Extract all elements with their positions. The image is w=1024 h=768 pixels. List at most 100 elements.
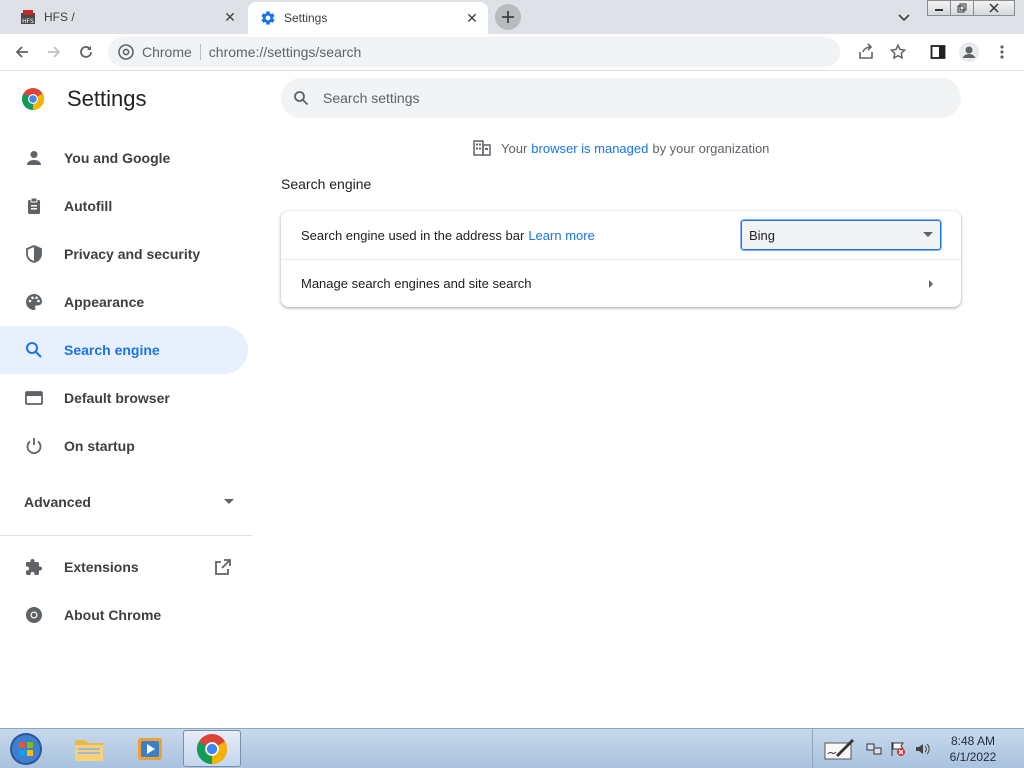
sidebar-item-label: Default browser <box>64 390 170 406</box>
search-engine-select[interactable]: Bing <box>740 219 942 251</box>
clock-time: 8:48 AM <box>950 734 996 748</box>
sidebar-item-label: You and Google <box>64 150 171 166</box>
search-icon <box>294 91 309 106</box>
power-icon <box>24 436 44 456</box>
search-settings-box[interactable] <box>281 78 961 118</box>
restore-button[interactable] <box>950 0 974 16</box>
gear-icon <box>260 10 276 26</box>
svg-text:HFS: HFS <box>22 18 34 25</box>
clock-date: 6/1/2022 <box>949 750 997 764</box>
search-engine-row-label: Search engine used in the address bar <box>301 227 525 243</box>
sidebar-item-on-startup[interactable]: On startup <box>0 422 248 470</box>
forward-button[interactable] <box>42 40 66 64</box>
sidebar-divider <box>0 535 252 536</box>
side-panel-icon[interactable] <box>928 42 948 62</box>
close-window-button[interactable] <box>973 0 1015 16</box>
sidebar-item-label: Extensions <box>64 559 139 575</box>
managed-link[interactable]: browser is managed <box>531 141 648 156</box>
taskbar-chrome[interactable] <box>183 730 241 767</box>
taskbar-clock[interactable]: 8:48 AM 6/1/2022 <box>940 733 1006 765</box>
network-icon[interactable] <box>866 741 882 757</box>
minimize-button[interactable] <box>927 0 951 16</box>
back-button[interactable] <box>10 40 34 64</box>
reload-icon <box>80 46 92 58</box>
managed-notice: Your browser is managed by your organiza… <box>473 139 769 157</box>
share-icon[interactable] <box>856 42 876 62</box>
tab-search-chevron-icon[interactable] <box>896 9 912 25</box>
browser-window-icon <box>24 388 44 408</box>
search-settings-input[interactable] <box>323 90 923 106</box>
search-engine-card: Search engine used in the address bar Le… <box>281 211 961 307</box>
start-button[interactable] <box>6 731 46 767</box>
kebab-menu-icon[interactable] <box>992 42 1012 62</box>
caret-down-icon <box>224 499 234 504</box>
tab-hfs[interactable]: HFS HFS / ✕ <box>0 0 246 34</box>
page-title: Settings <box>67 86 147 111</box>
sidebar-item-label: Autofill <box>64 198 113 214</box>
chrome-icon <box>24 605 44 625</box>
chrome-logo-icon <box>22 88 44 110</box>
reload-button[interactable] <box>74 40 98 64</box>
learn-more-link[interactable]: Learn more <box>528 228 594 243</box>
bookmark-star-icon[interactable] <box>888 42 908 62</box>
tab-strip: HFS HFS / ✕ Settings ✕ <box>0 0 1024 34</box>
plus-icon <box>502 11 514 23</box>
hfs-favicon-icon: HFS <box>20 9 36 25</box>
folder-icon <box>75 739 103 761</box>
close-tab-icon[interactable]: ✕ <box>464 10 480 26</box>
windows-logo-icon <box>10 733 42 765</box>
manage-search-engines-row[interactable]: Manage search engines and site search <box>281 259 961 307</box>
address-bar[interactable]: Chrome chrome://settings/search <box>108 37 840 67</box>
sidebar-item-extensions[interactable]: Extensions <box>0 543 248 591</box>
taskbar-media-player[interactable] <box>121 730 179 767</box>
url-text[interactable]: chrome://settings/search <box>209 44 362 60</box>
tab-title: Settings <box>284 11 328 25</box>
sidebar-item-privacy[interactable]: Privacy and security <box>0 230 248 278</box>
site-chip[interactable]: Chrome <box>118 44 192 60</box>
action-center-flag-icon[interactable] <box>890 741 906 757</box>
managed-prefix: Your <box>501 140 528 156</box>
sidebar-item-about-chrome[interactable]: About Chrome <box>0 591 248 639</box>
site-chip-label: Chrome <box>142 44 192 60</box>
person-icon <box>24 148 44 168</box>
sidebar-item-search-engine[interactable]: Search engine <box>0 326 248 374</box>
tab-settings[interactable]: Settings ✕ <box>248 2 488 34</box>
sidebar-advanced-toggle[interactable]: Advanced <box>24 492 234 512</box>
arrow-right-icon <box>929 280 933 288</box>
browser-toolbar: Chrome chrome://settings/search <box>0 34 1024 71</box>
dropdown-caret-icon <box>923 232 933 237</box>
new-tab-button[interactable] <box>495 4 521 30</box>
search-icon <box>24 340 44 360</box>
sidebar-item-default-browser[interactable]: Default browser <box>0 374 248 422</box>
chrome-icon <box>118 44 134 60</box>
manage-search-engines-label: Manage search engines and site search <box>301 276 532 291</box>
managed-suffix: by your organization <box>652 140 770 156</box>
sidebar-item-you-and-google[interactable]: You and Google <box>0 134 248 182</box>
tray-separator <box>812 729 813 768</box>
advanced-label: Advanced <box>24 494 91 510</box>
omnibox-divider <box>199 44 201 60</box>
arrow-left-icon <box>15 46 28 58</box>
pen-input-icon[interactable] <box>824 737 856 761</box>
sidebar-item-label: Search engine <box>64 342 160 358</box>
profile-avatar-icon[interactable] <box>959 42 979 62</box>
building-icon <box>473 140 491 156</box>
sidebar-item-label: Privacy and security <box>64 246 201 262</box>
sidebar-item-label: About Chrome <box>64 607 162 623</box>
puzzle-icon <box>24 557 44 577</box>
sidebar-item-label: On startup <box>64 438 135 454</box>
windows-taskbar: 8:48 AM 6/1/2022 <box>0 728 1024 768</box>
sidebar-item-appearance[interactable]: Appearance <box>0 278 248 326</box>
select-value: Bing <box>749 227 776 243</box>
clipboard-icon <box>24 196 44 216</box>
search-engine-row: Search engine used in the address bar Le… <box>281 211 961 259</box>
volume-icon[interactable] <box>914 741 930 757</box>
arrow-right-icon <box>48 46 61 58</box>
taskbar-explorer[interactable] <box>60 730 118 767</box>
palette-icon <box>24 292 44 312</box>
sidebar-item-autofill[interactable]: Autofill <box>0 182 248 230</box>
open-in-new-icon[interactable] <box>214 558 234 578</box>
shield-icon <box>24 244 44 264</box>
close-tab-icon[interactable]: ✕ <box>222 9 238 25</box>
chrome-icon <box>197 733 227 764</box>
